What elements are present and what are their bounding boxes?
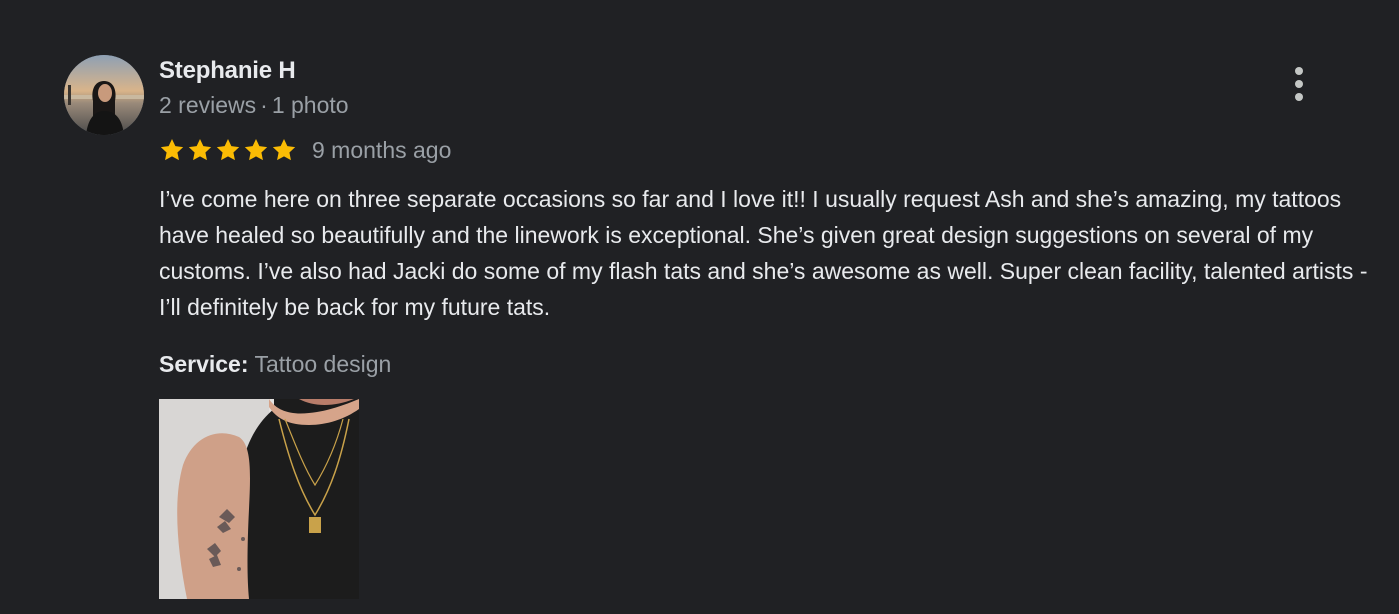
more-options-button[interactable] <box>1283 62 1315 106</box>
service-row: Service: Tattoo design <box>159 347 391 381</box>
reviews-count: 2 reviews <box>159 92 257 118</box>
reviewer-name[interactable]: Stephanie H <box>159 56 296 86</box>
more-vert-icon <box>1295 67 1303 75</box>
service-value: Tattoo design <box>254 351 392 377</box>
review-photo[interactable] <box>159 399 359 599</box>
reviewer-avatar[interactable] <box>64 55 144 135</box>
meta-separator: · <box>260 92 268 118</box>
star-icon <box>216 138 240 161</box>
avatar-image <box>64 55 144 135</box>
star-icon <box>188 138 212 161</box>
star-icon <box>160 138 184 161</box>
more-vert-icon-dot <box>1295 80 1303 88</box>
review-card: Stephanie H 2 reviews · 1 photo 9 months a… <box>0 0 1399 614</box>
rating-row: 9 months ago <box>159 134 451 166</box>
review-photo-image <box>159 399 359 599</box>
review-text: I’ve come here on three separate occasio… <box>159 186 1368 320</box>
service-label: Service: <box>159 351 249 377</box>
photos-count: 1 photo <box>271 92 349 118</box>
star-icon <box>244 138 268 161</box>
star-rating <box>159 137 297 163</box>
more-vert-icon-dot <box>1295 93 1303 101</box>
review-date: 9 months ago <box>312 136 452 163</box>
reviewer-meta: 2 reviews · 1 photo <box>159 90 349 120</box>
star-icon <box>272 138 296 161</box>
